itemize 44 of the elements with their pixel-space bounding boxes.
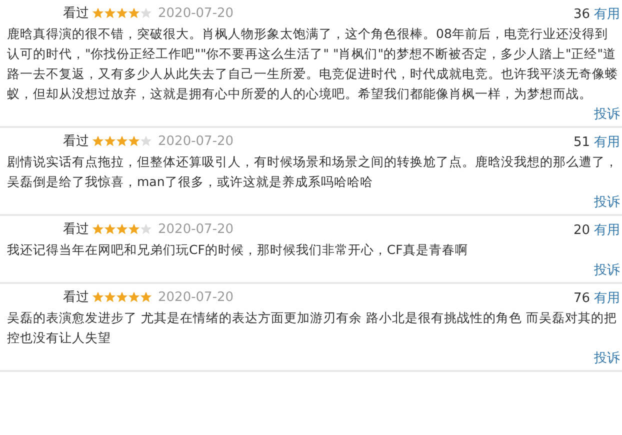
star-icon [104,7,116,19]
useful-link[interactable]: 有用 [594,7,620,22]
star-icon [128,291,140,303]
star-icon [116,223,128,235]
watched-label: 看过 [63,5,89,22]
star-icon [140,135,152,147]
vote-count: 20 [573,223,590,238]
star-icon [116,291,128,303]
report-link[interactable]: 投诉 [594,105,620,123]
star-icon [116,135,128,147]
useful-link[interactable]: 有用 [594,135,620,150]
star-icon [140,7,152,19]
star-icon [128,135,140,147]
report-link[interactable]: 投诉 [594,193,620,211]
report-link[interactable]: 投诉 [594,349,620,367]
star-icon [140,291,152,303]
report-link[interactable]: 投诉 [594,261,620,279]
review-date: 2020-07-20 [158,222,234,236]
star-icon [104,135,116,147]
vote-count: 76 [573,291,590,306]
review-date: 2020-07-20 [158,290,234,304]
useful-link[interactable]: 有用 [594,223,620,238]
review-date: 2020-07-20 [158,6,234,20]
vote-count: 51 [573,135,590,150]
review-text: 吴磊的表演愈发进步了 尤其是在情绪的表达方面更加游刃有余 路小北是很有挑战性的角色 而吴磊对其的把控也没有让人失望 [7,309,618,347]
useful-link[interactable]: 有用 [594,291,620,306]
star-icon [104,223,116,235]
review-text: 我还记得当年在网吧和兄弟们玩CF的时候，那时候我们非常开心，CF真是青春啊 [7,241,469,259]
star-icon [92,135,104,147]
star-icon [92,291,104,303]
star-icon [104,291,116,303]
star-icon [140,223,152,235]
star-icon [92,223,104,235]
watched-label: 看过 [63,289,89,306]
star-icon [128,7,140,19]
review-text: 鹿晗真得演的很不错，突破很大。肖枫人物形象太饱满了，这个角色很棒。08年前后，电竞行业还没得到认可的时代，"你找份正经工作吧""你不要再这么生活了" "肖枫们"的梦想不断被否定，多少人踏上"正经"道路一去不复返，又有多少人从此失去了自己一生所爱。电竞促进时代，时代成就电竞。也许我平淡无奇像蝼蚁，但却从没想过放弃，这就是拥有心中所爱的人的心境吧。希望我们都能像肖枫一样，为梦想而战。 [7,25,619,103]
star-icon [128,223,140,235]
review-text: 剧情说实话有点拖拉，但整体还算吸引人，有时候场景和场景之间的转换尬了点。鹿晗没我想的那么遭了，吴磊倒是给了我惊喜，man了很多，或许这就是养成系吗哈哈哈 [7,153,619,191]
watched-label: 看过 [63,221,89,238]
star-icon [116,7,128,19]
review-date: 2020-07-20 [158,134,234,148]
watched-label: 看过 [63,133,89,150]
star-icon [92,7,104,19]
vote-count: 36 [573,7,590,22]
